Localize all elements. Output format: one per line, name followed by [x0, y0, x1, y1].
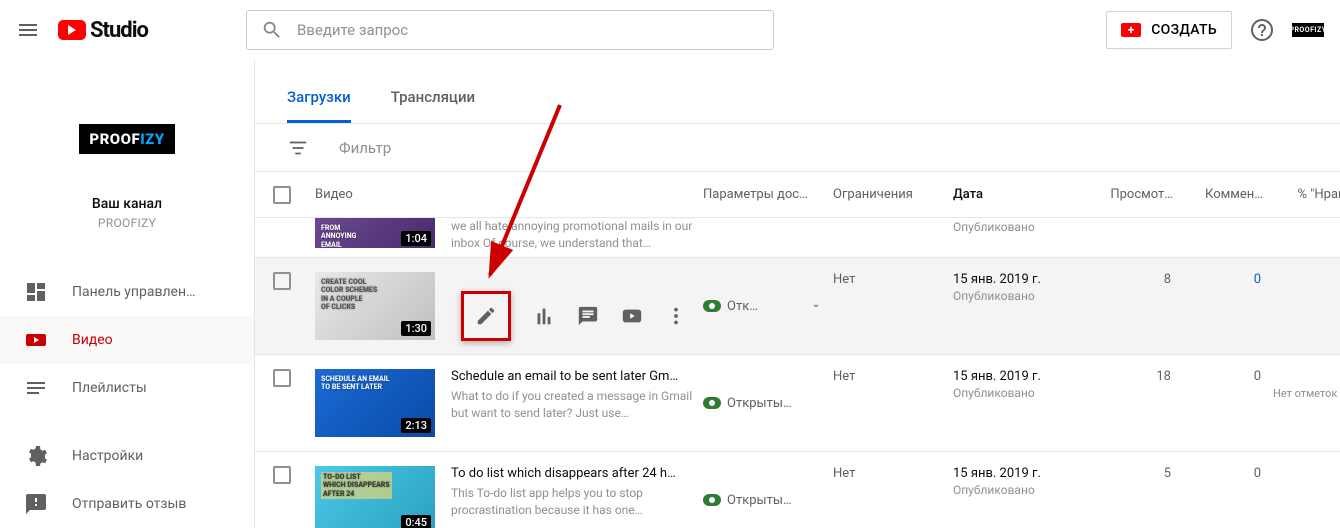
nav-playlists[interactable]: Плейлисты: [0, 364, 254, 412]
nav-label: Настройки: [72, 448, 143, 464]
create-button[interactable]: СОЗДАТЬ: [1106, 11, 1232, 49]
video-description: What to do if you created a message in G…: [451, 388, 703, 422]
row-checkbox[interactable]: [273, 369, 291, 387]
annotation-arrow: [360, 95, 580, 315]
restrictions-cell: Нет: [833, 466, 953, 528]
dropdown-icon: [809, 299, 823, 313]
row-checkbox[interactable]: [273, 272, 291, 290]
create-camera-icon: [1121, 23, 1141, 37]
channel-subtitle: PROOFIZY: [98, 216, 156, 230]
duration-badge: 1:30: [401, 321, 431, 336]
filter-icon[interactable]: [287, 137, 309, 159]
date-status: Опубликовано: [953, 220, 1093, 234]
col-restrictions[interactable]: Ограничения: [833, 187, 953, 202]
date-cell: 15 янв. 2019 г.: [953, 272, 1093, 287]
nav-label: Плейлисты: [72, 380, 147, 396]
col-visibility[interactable]: Параметры дос…: [703, 187, 833, 202]
visibility-public-icon: [703, 300, 721, 312]
search-box[interactable]: [246, 10, 774, 50]
row-checkbox[interactable]: [273, 466, 291, 484]
help-icon[interactable]: [1250, 18, 1274, 42]
studio-logo[interactable]: Studio: [58, 18, 148, 43]
visibility-cell[interactable]: Открыты…: [703, 369, 833, 437]
tab-uploads[interactable]: Загрузки: [287, 88, 351, 123]
table-row[interactable]: TO-DO LIST WHICH DISAPPEARS AFTER 24 0:4…: [255, 452, 1340, 528]
select-all-checkbox[interactable]: [273, 186, 291, 204]
col-comments[interactable]: Коммен…: [1183, 187, 1273, 202]
nav-label: Видео: [72, 332, 113, 348]
date-status: Опубликовано: [953, 483, 1093, 497]
nav-dashboard[interactable]: Панель управлен…: [0, 268, 254, 316]
nav-video[interactable]: Видео: [0, 316, 254, 364]
youtube-play-icon: [58, 20, 86, 40]
col-likes[interactable]: % "Нрави: [1273, 187, 1340, 202]
search-input[interactable]: [297, 21, 759, 39]
nav-label: Панель управлен…: [72, 284, 195, 300]
dashboard-icon: [24, 280, 48, 304]
playlist-icon: [24, 376, 48, 400]
visibility-public-icon: [703, 397, 721, 409]
comments-cell: 0: [1183, 369, 1273, 437]
date-status: Опубликовано: [953, 289, 1093, 303]
nav-settings[interactable]: Настройки: [0, 432, 254, 480]
channel-title: Ваш канал: [92, 196, 162, 212]
video-icon: [24, 328, 48, 352]
comments-icon[interactable]: [577, 305, 599, 327]
comments-cell: 0: [1183, 466, 1273, 528]
video-title: Schedule an email to be sent later Gm…: [451, 369, 703, 384]
likes-note: Нет отметок "Нрави: [1273, 387, 1340, 400]
sidebar: PROOFIZY Ваш канал PROOFIZY Панель управ…: [0, 60, 255, 528]
channel-block[interactable]: PROOFIZY Ваш канал PROOFIZY: [0, 74, 254, 260]
search-icon: [261, 19, 283, 41]
restrictions-cell: Нет: [833, 369, 953, 437]
comments-cell[interactable]: 0: [1183, 272, 1273, 340]
channel-logo: PROOFIZY: [79, 124, 175, 154]
views-cell: 18: [1093, 369, 1183, 437]
nav-feedback[interactable]: Отправить отзыв: [0, 480, 254, 528]
logo-text: Studio: [90, 18, 148, 43]
gear-icon: [24, 444, 48, 468]
date-status: Опубликовано: [953, 386, 1093, 400]
more-icon[interactable]: [665, 305, 687, 327]
visibility-cell[interactable]: Открыты…: [703, 466, 833, 528]
account-avatar[interactable]: PROOFIZY: [1292, 23, 1324, 37]
col-views[interactable]: Просмот…: [1093, 187, 1183, 202]
visibility-public-icon: [703, 494, 721, 506]
duration-badge: 2:13: [401, 418, 431, 433]
views-cell: 5: [1093, 466, 1183, 528]
views-cell: 8: [1093, 272, 1183, 340]
visibility-cell[interactable]: Отк…: [703, 272, 833, 340]
video-title: To do list which disappears after 24 h…: [451, 466, 703, 481]
feedback-icon: [24, 492, 48, 516]
video-thumbnail[interactable]: TO-DO LIST WHICH DISAPPEARS AFTER 24 0:4…: [315, 466, 435, 528]
likes-cell: 0: [1273, 369, 1340, 384]
nav-label: Отправить отзыв: [72, 496, 186, 512]
col-date[interactable]: Дата: [953, 187, 1093, 202]
create-label: СОЗДАТЬ: [1151, 22, 1217, 38]
date-cell: 15 янв. 2019 г.: [953, 466, 1093, 481]
duration-badge: 0:45: [401, 515, 431, 528]
video-thumbnail[interactable]: SCHEDULE AN EMAIL TO BE SENT LATER 2:13: [315, 369, 435, 437]
date-cell: 15 янв. 2019 г.: [953, 369, 1093, 384]
video-description: This To-do list app helps you to stop pr…: [451, 485, 703, 519]
table-row[interactable]: SCHEDULE AN EMAIL TO BE SENT LATER 2:13 …: [255, 355, 1340, 452]
youtube-preview-icon[interactable]: [621, 305, 643, 327]
menu-icon[interactable]: [16, 18, 40, 42]
restrictions-cell: Нет: [833, 272, 953, 340]
